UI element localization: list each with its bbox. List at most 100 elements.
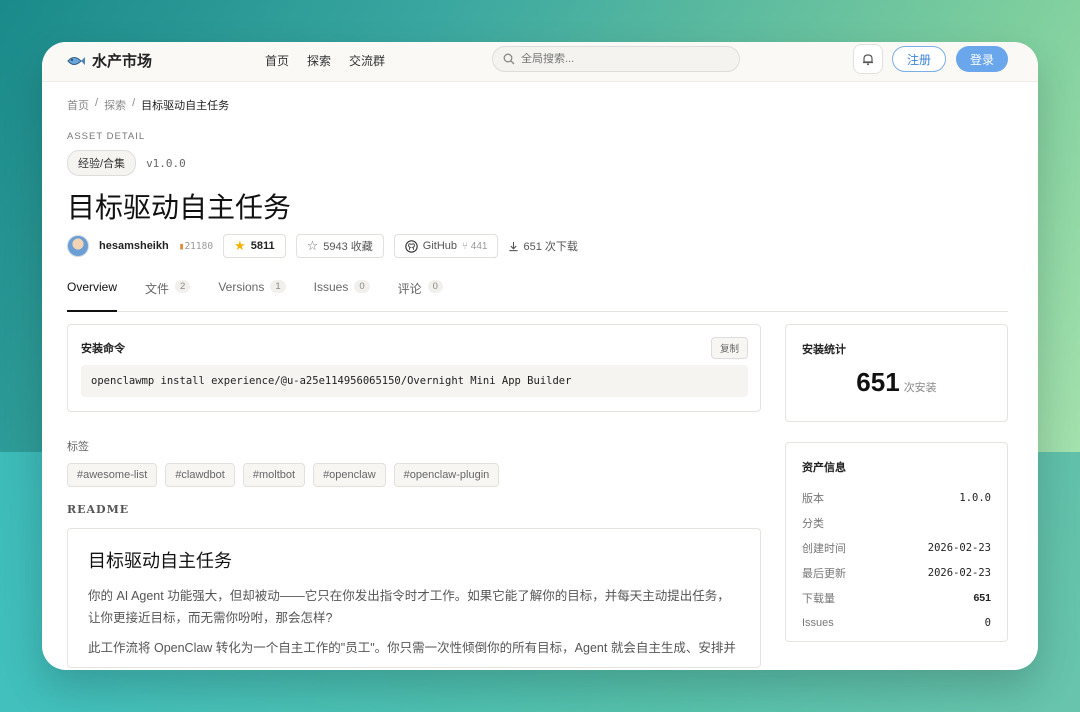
info-label: 创建时间 [802, 542, 846, 555]
info-row-created: 创建时间 2026-02-23 [802, 535, 991, 560]
info-value: 0 [984, 616, 991, 629]
version-label: v1.0.0 [146, 156, 186, 170]
logo-text: 水产市场 [92, 52, 153, 70]
install-label: 安装命令 [81, 343, 125, 355]
download-count-text: 651 次下载 [523, 241, 578, 253]
breadcrumb-separator: / [132, 97, 136, 109]
github-button[interactable]: GitHub ⑂ 441 [393, 234, 499, 258]
info-label: 最后更新 [802, 567, 846, 580]
site-logo[interactable]: 水产市场 [66, 50, 152, 71]
reputation-value: 21180 [184, 240, 214, 252]
readme-label: README [67, 503, 130, 516]
breadcrumb: 首页 / 探索 / 目标驱动自主任务 [67, 97, 1008, 113]
install-stats-card: 安装统计 651 次安装 [785, 324, 1008, 422]
install-command[interactable]: openclawmp install experience/@u-a25e114… [81, 365, 748, 397]
github-fork-count: ⑂ 441 [462, 241, 487, 252]
global-search[interactable] [492, 46, 740, 72]
category-badge[interactable]: 经验/合集 [67, 150, 137, 176]
tab-overview[interactable]: Overview [67, 278, 118, 312]
tab-label: 评论 [397, 282, 422, 296]
login-button[interactable]: 登录 [956, 46, 1008, 72]
notifications-button[interactable] [853, 44, 883, 74]
favorite-count: 5943 收藏 [323, 241, 373, 253]
tab-issues[interactable]: Issues 0 [314, 278, 370, 312]
breadcrumb-home[interactable]: 首页 [67, 97, 89, 113]
info-row-version: 版本 1.0.0 [802, 485, 991, 510]
fork-icon: ⑂ [462, 240, 469, 252]
tab-label: Issues [313, 280, 349, 294]
tab-count: 1 [270, 280, 286, 293]
nav-home[interactable]: 首页 [265, 52, 289, 69]
copy-button[interactable]: 复制 [710, 337, 748, 359]
install-count: 651 [856, 367, 900, 397]
github-label: GitHub [422, 240, 458, 252]
tab-label: 文件 [145, 282, 170, 296]
fork-count-value: 441 [470, 240, 488, 252]
star-button[interactable]: ★ 5811 [223, 234, 286, 258]
top-navbar: 水产市场 首页 探索 交流群 注册 登录 [42, 42, 1038, 82]
readme-paragraph: 此工作流将 OpenClaw 转化为一个自主工作的"员工"。你只需一次性倾倒你的… [88, 641, 736, 655]
info-row-updated: 最后更新 2026-02-23 [802, 560, 991, 585]
tab-count: 2 [175, 280, 191, 293]
page-title: 目标驱动自主任务 [67, 191, 292, 224]
info-value: 2026-02-23 [927, 541, 991, 554]
nav-explore[interactable]: 探索 [307, 52, 331, 69]
install-header: 安装命令 复制 [81, 337, 748, 359]
asset-stats-row: hesamsheikh ▮21180 ★ 5811 ☆ 5943 收藏 GitH… [67, 234, 1008, 258]
download-icon [509, 241, 519, 251]
install-unit: 次安装 [903, 382, 937, 394]
info-label: 分类 [802, 517, 824, 530]
favorite-button[interactable]: ☆ 5943 收藏 [295, 234, 384, 258]
info-label: 版本 [802, 492, 824, 505]
tag-item[interactable]: #moltbot [242, 463, 306, 487]
search-input[interactable] [521, 53, 721, 65]
info-row-issues: Issues 0 [802, 610, 991, 635]
tab-files[interactable]: 文件 2 [145, 278, 191, 312]
download-count: 651 次下载 [508, 238, 578, 254]
tags-label: 标签 [67, 441, 89, 453]
info-value: 2026-02-23 [927, 566, 991, 579]
sidebar: 安装统计 651 次安装 资产信息 版本 1.0.0 分类 创建时间 2026-0… [785, 324, 1008, 642]
install-command-card: 安装命令 复制 openclawmp install experience/@u… [67, 324, 761, 412]
nav-community[interactable]: 交流群 [349, 52, 385, 69]
breadcrumb-separator: / [95, 97, 99, 109]
asset-eyebrow: ASSET DETAIL [67, 131, 146, 142]
asset-tabs: Overview 文件 2 Versions 1 Issues 0 评论 0 [67, 278, 1008, 312]
tab-label: Overview [67, 280, 118, 294]
tab-versions[interactable]: Versions 1 [218, 278, 286, 312]
tag-item[interactable]: #openclaw-plugin [393, 463, 500, 487]
star-count: 5811 [250, 240, 275, 252]
info-value: 1.0.0 [959, 491, 991, 504]
info-row-downloads: 下载量 651 [802, 585, 991, 610]
install-stats-title: 安装统计 [802, 344, 846, 356]
readme-card: 目标驱动自主任务 你的 AI Agent 功能强大，但却被动——它只在你发出指令… [67, 528, 761, 668]
author-name[interactable]: hesamsheikh [99, 240, 169, 252]
asset-meta-row: 经验/合集 v1.0.0 [67, 150, 1008, 176]
tag-item[interactable]: #clawdbot [165, 463, 235, 487]
asset-info-card: 资产信息 版本 1.0.0 分类 创建时间 2026-02-23 最后更新 20… [785, 442, 1008, 642]
tag-item[interactable]: #openclaw [313, 463, 386, 487]
register-button[interactable]: 注册 [892, 46, 946, 72]
breadcrumb-explore[interactable]: 探索 [104, 97, 126, 113]
info-label: 下载量 [802, 592, 835, 605]
github-icon [405, 239, 418, 253]
info-value: 651 [973, 591, 991, 604]
breadcrumb-current: 目标驱动自主任务 [141, 100, 230, 112]
asset-info-title: 资产信息 [802, 462, 846, 474]
tag-item[interactable]: #awesome-list [67, 463, 158, 487]
tab-count: 0 [427, 280, 443, 293]
fish-logo-icon [67, 56, 85, 65]
main-column: 安装命令 复制 openclawmp install experience/@u… [67, 324, 761, 668]
star-icon: ★ [234, 238, 246, 253]
readme-paragraph: 你的 AI Agent 功能强大，但却被动——它只在你发出指令时才工作。如果它能… [88, 589, 730, 625]
tab-comments[interactable]: 评论 0 [398, 278, 443, 312]
star-outline-icon: ☆ [306, 238, 319, 253]
tag-list: #awesome-list #clawdbot #moltbot #opencl… [67, 463, 761, 487]
search-icon [503, 53, 515, 65]
info-row-category: 分类 [802, 510, 991, 535]
bell-icon [863, 54, 873, 66]
info-label: Issues [802, 616, 834, 629]
author-reputation: ▮21180 [179, 241, 213, 252]
avatar[interactable] [67, 235, 89, 257]
page-content: 首页 / 探索 / 目标驱动自主任务 ASSET DETAIL 经验/合集 v1… [67, 82, 1008, 312]
